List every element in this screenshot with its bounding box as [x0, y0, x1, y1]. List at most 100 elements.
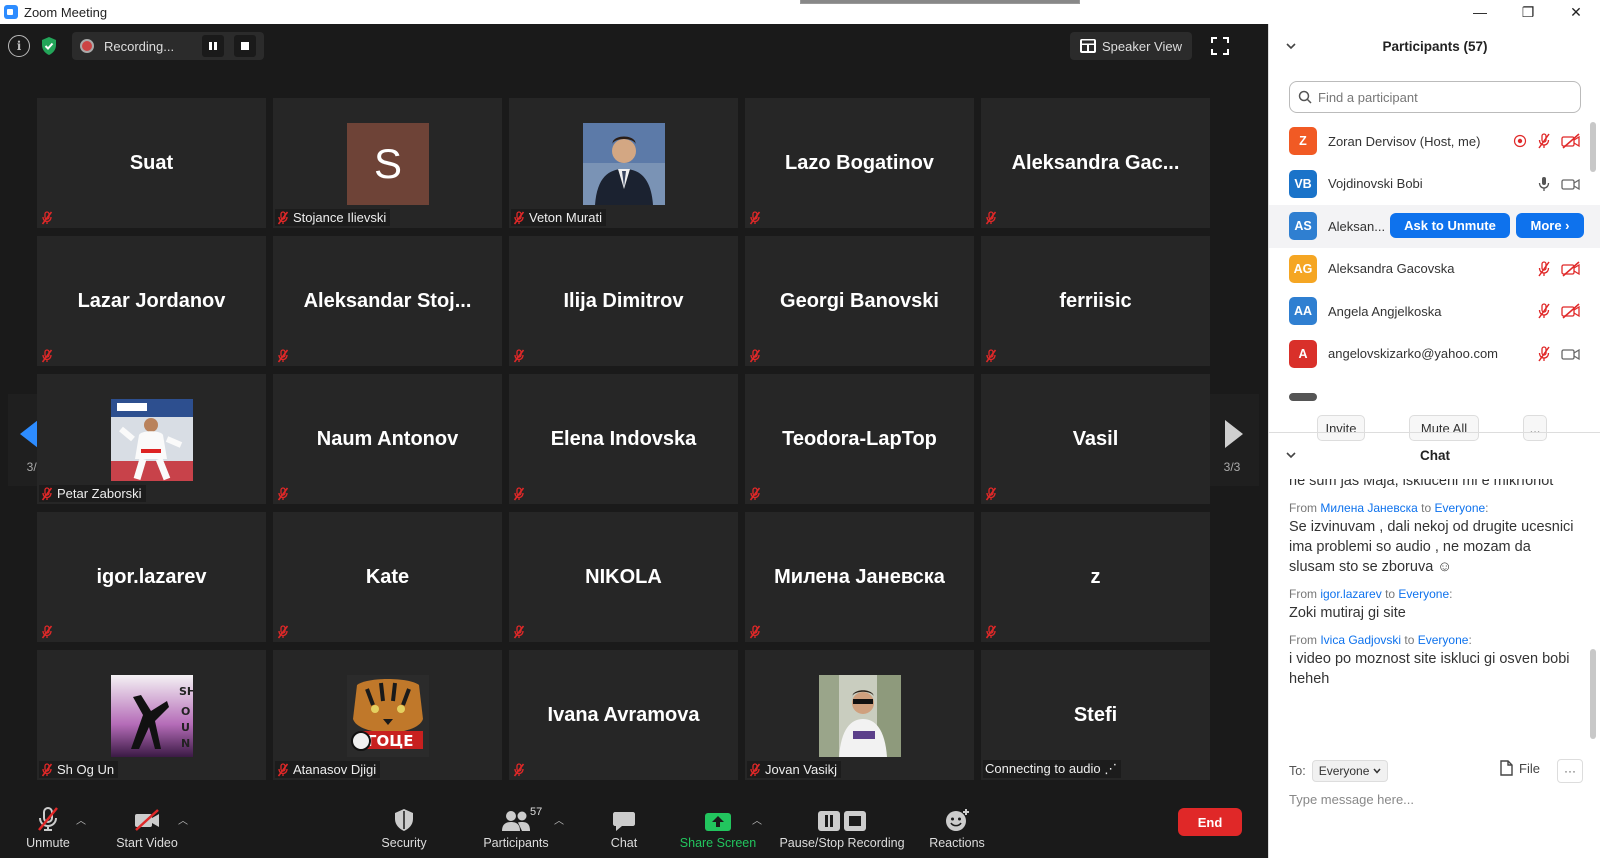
participant-tile[interactable]: Aleksandra Gac...: [981, 98, 1210, 228]
participant-tile[interactable]: Aleksandar Stoj...: [273, 236, 502, 366]
participant-status-icons: [1537, 333, 1581, 375]
participant-tile[interactable]: Veton Murati: [509, 98, 738, 228]
security-button[interactable]: Security: [376, 798, 432, 858]
pause-stop-recording-button[interactable]: Pause/Stop Recording: [776, 798, 908, 858]
mic-off-icon: [1538, 260, 1550, 276]
recipient-name[interactable]: Everyone: [1434, 501, 1485, 515]
tile-participant-name: Милена Јаневска: [774, 566, 945, 588]
video-options-caret-icon[interactable]: ︿: [178, 812, 188, 827]
chat-message-sender: From Милена Јаневска to Everyone:: [1289, 501, 1489, 515]
participant-tile[interactable]: Georgi Banovski: [745, 236, 974, 366]
svg-text:ГОЦЕ: ГОЦЕ: [367, 732, 413, 750]
mic-muted-icon: [513, 763, 525, 777]
participant-tile[interactable]: Kate: [273, 512, 502, 642]
participant-tile[interactable]: Ilija Dimitrov: [509, 236, 738, 366]
participant-tile[interactable]: S Stojance Ilievski: [273, 98, 502, 228]
end-meeting-button[interactable]: End: [1178, 808, 1242, 836]
share-options-caret-icon[interactable]: ︿: [752, 812, 762, 827]
participant-name: angelovskizarko@yahoo.com: [1328, 346, 1499, 362]
participant-status-icons: [1513, 120, 1581, 162]
chat-message-input[interactable]: [1289, 788, 1579, 810]
speaker-view-label: Speaker View: [1102, 38, 1182, 54]
sender-name[interactable]: Милена Јаневска: [1320, 501, 1417, 515]
participant-row[interactable]: Aangelovskizarko@yahoo.com: [1269, 333, 1600, 376]
info-icon[interactable]: i: [8, 35, 30, 57]
pause-recording-button[interactable]: [202, 35, 224, 57]
recipient-name[interactable]: Everyone: [1418, 633, 1469, 647]
participant-name: Aleksan...: [1328, 218, 1386, 234]
mic-muted-icon: [513, 210, 525, 224]
tile-participant-name: NIKOLA: [585, 566, 662, 588]
start-video-button[interactable]: Start Video: [110, 798, 184, 858]
restore-button[interactable]: ❐: [1504, 0, 1552, 24]
participant-tile[interactable]: Stefi Connecting to audio ⋰: [981, 650, 1210, 780]
recipient-select[interactable]: Everyone: [1311, 760, 1389, 782]
participant-avatar: AA: [1289, 297, 1317, 326]
close-button[interactable]: ✕: [1552, 0, 1600, 24]
participant-tile[interactable]: Teodora-LapTop: [745, 374, 974, 504]
participant-row[interactable]: AA Angela Angjelkoska: [1269, 290, 1600, 333]
mic-muted-icon: [277, 762, 289, 776]
minimize-button[interactable]: —: [1456, 0, 1504, 24]
fullscreen-icon[interactable]: [1210, 36, 1230, 56]
tile-label: [511, 348, 529, 364]
share-screen-button[interactable]: Share Screen: [676, 798, 760, 858]
sender-name[interactable]: Ivica Gadjovski: [1320, 633, 1401, 647]
participant-tile[interactable]: igor.lazarev: [37, 512, 266, 642]
participant-tile[interactable]: Elena Indovska: [509, 374, 738, 504]
audio-options-caret-icon[interactable]: ︿: [76, 812, 86, 827]
participants-button[interactable]: 57 Participants: [476, 798, 556, 858]
tile-label-text: Veton Murati: [529, 210, 602, 225]
svg-text:O: O: [181, 705, 190, 718]
participant-row[interactable]: AG Aleksandra Gacovska: [1269, 248, 1600, 291]
participant-tile[interactable]: Vasil: [981, 374, 1210, 504]
participant-search-input[interactable]: [1318, 89, 1558, 105]
chat-message-sender: From igor.lazarev to Everyone:: [1289, 587, 1453, 601]
participant-more-button[interactable]: More ›: [1516, 213, 1584, 238]
participant-row[interactable]: AS Aleksan... Ask to Unmute More ›: [1269, 205, 1600, 248]
participant-name: Zoran Dervisov (Host, me): [1328, 133, 1481, 149]
recipient-name[interactable]: Everyone: [1398, 587, 1449, 601]
next-page-button[interactable]: 3/3: [1205, 394, 1259, 486]
unmute-button[interactable]: Unmute: [20, 798, 76, 858]
start-video-label: Start Video: [116, 836, 178, 850]
participant-name: Angela Angjelkoska: [1328, 303, 1442, 319]
participant-list-scrollbar[interactable]: [1590, 120, 1596, 400]
sender-name[interactable]: igor.lazarev: [1320, 587, 1381, 601]
participant-tile[interactable]: ГОЦЕ Atanasov Djigi: [273, 650, 502, 780]
speaker-view-button[interactable]: Speaker View: [1070, 32, 1192, 60]
participant-search[interactable]: [1289, 81, 1581, 113]
chat-more-options-button[interactable]: ···: [1557, 759, 1583, 783]
reactions-button[interactable]: Reactions: [924, 798, 990, 858]
participant-tile[interactable]: z: [981, 512, 1210, 642]
participant-row[interactable]: Z Zoran Dervisov (Host, me): [1269, 120, 1600, 163]
participant-row[interactable]: VB Vojdinovski Bobi: [1269, 163, 1600, 206]
ask-to-unmute-button[interactable]: Ask to Unmute: [1390, 213, 1510, 238]
chat-message-text: ne sum jas Maja, iskluceni mi e mikrfono…: [1289, 479, 1554, 489]
search-icon: [1298, 90, 1312, 104]
security-label: Security: [381, 836, 427, 850]
tile-label: [747, 348, 765, 364]
participant-tile[interactable]: Petar Zaborski: [37, 374, 266, 504]
participant-tile[interactable]: Naum Antonov: [273, 374, 502, 504]
mic-muted-icon: [277, 625, 289, 639]
participant-status-icons: [1537, 290, 1581, 332]
participant-tile[interactable]: Jovan Vasikj: [745, 650, 974, 780]
participant-tile[interactable]: Милена Јаневска: [745, 512, 974, 642]
encryption-shield-icon[interactable]: [36, 33, 62, 59]
file-label: File: [1519, 760, 1540, 776]
participant-tile[interactable]: ferriisic: [981, 236, 1210, 366]
stop-recording-button[interactable]: [234, 35, 256, 57]
participant-tile[interactable]: Lazo Bogatinov: [745, 98, 974, 228]
participant-avatar: AS: [1289, 212, 1317, 241]
participant-tile[interactable]: Lazar Jordanov: [37, 236, 266, 366]
chat-button[interactable]: Chat: [596, 798, 652, 858]
participant-tile[interactable]: Suat: [37, 98, 266, 228]
svg-text:U: U: [181, 721, 190, 734]
participant-tile[interactable]: Ivana Avramova: [509, 650, 738, 780]
participant-tile[interactable]: NIKOLA: [509, 512, 738, 642]
send-file-button[interactable]: File: [1499, 760, 1540, 776]
participant-tile[interactable]: SH O U N Sh Og Un: [37, 650, 266, 780]
chat-scrollbar[interactable]: [1590, 479, 1596, 744]
participants-options-caret-icon[interactable]: ︿: [554, 812, 564, 827]
